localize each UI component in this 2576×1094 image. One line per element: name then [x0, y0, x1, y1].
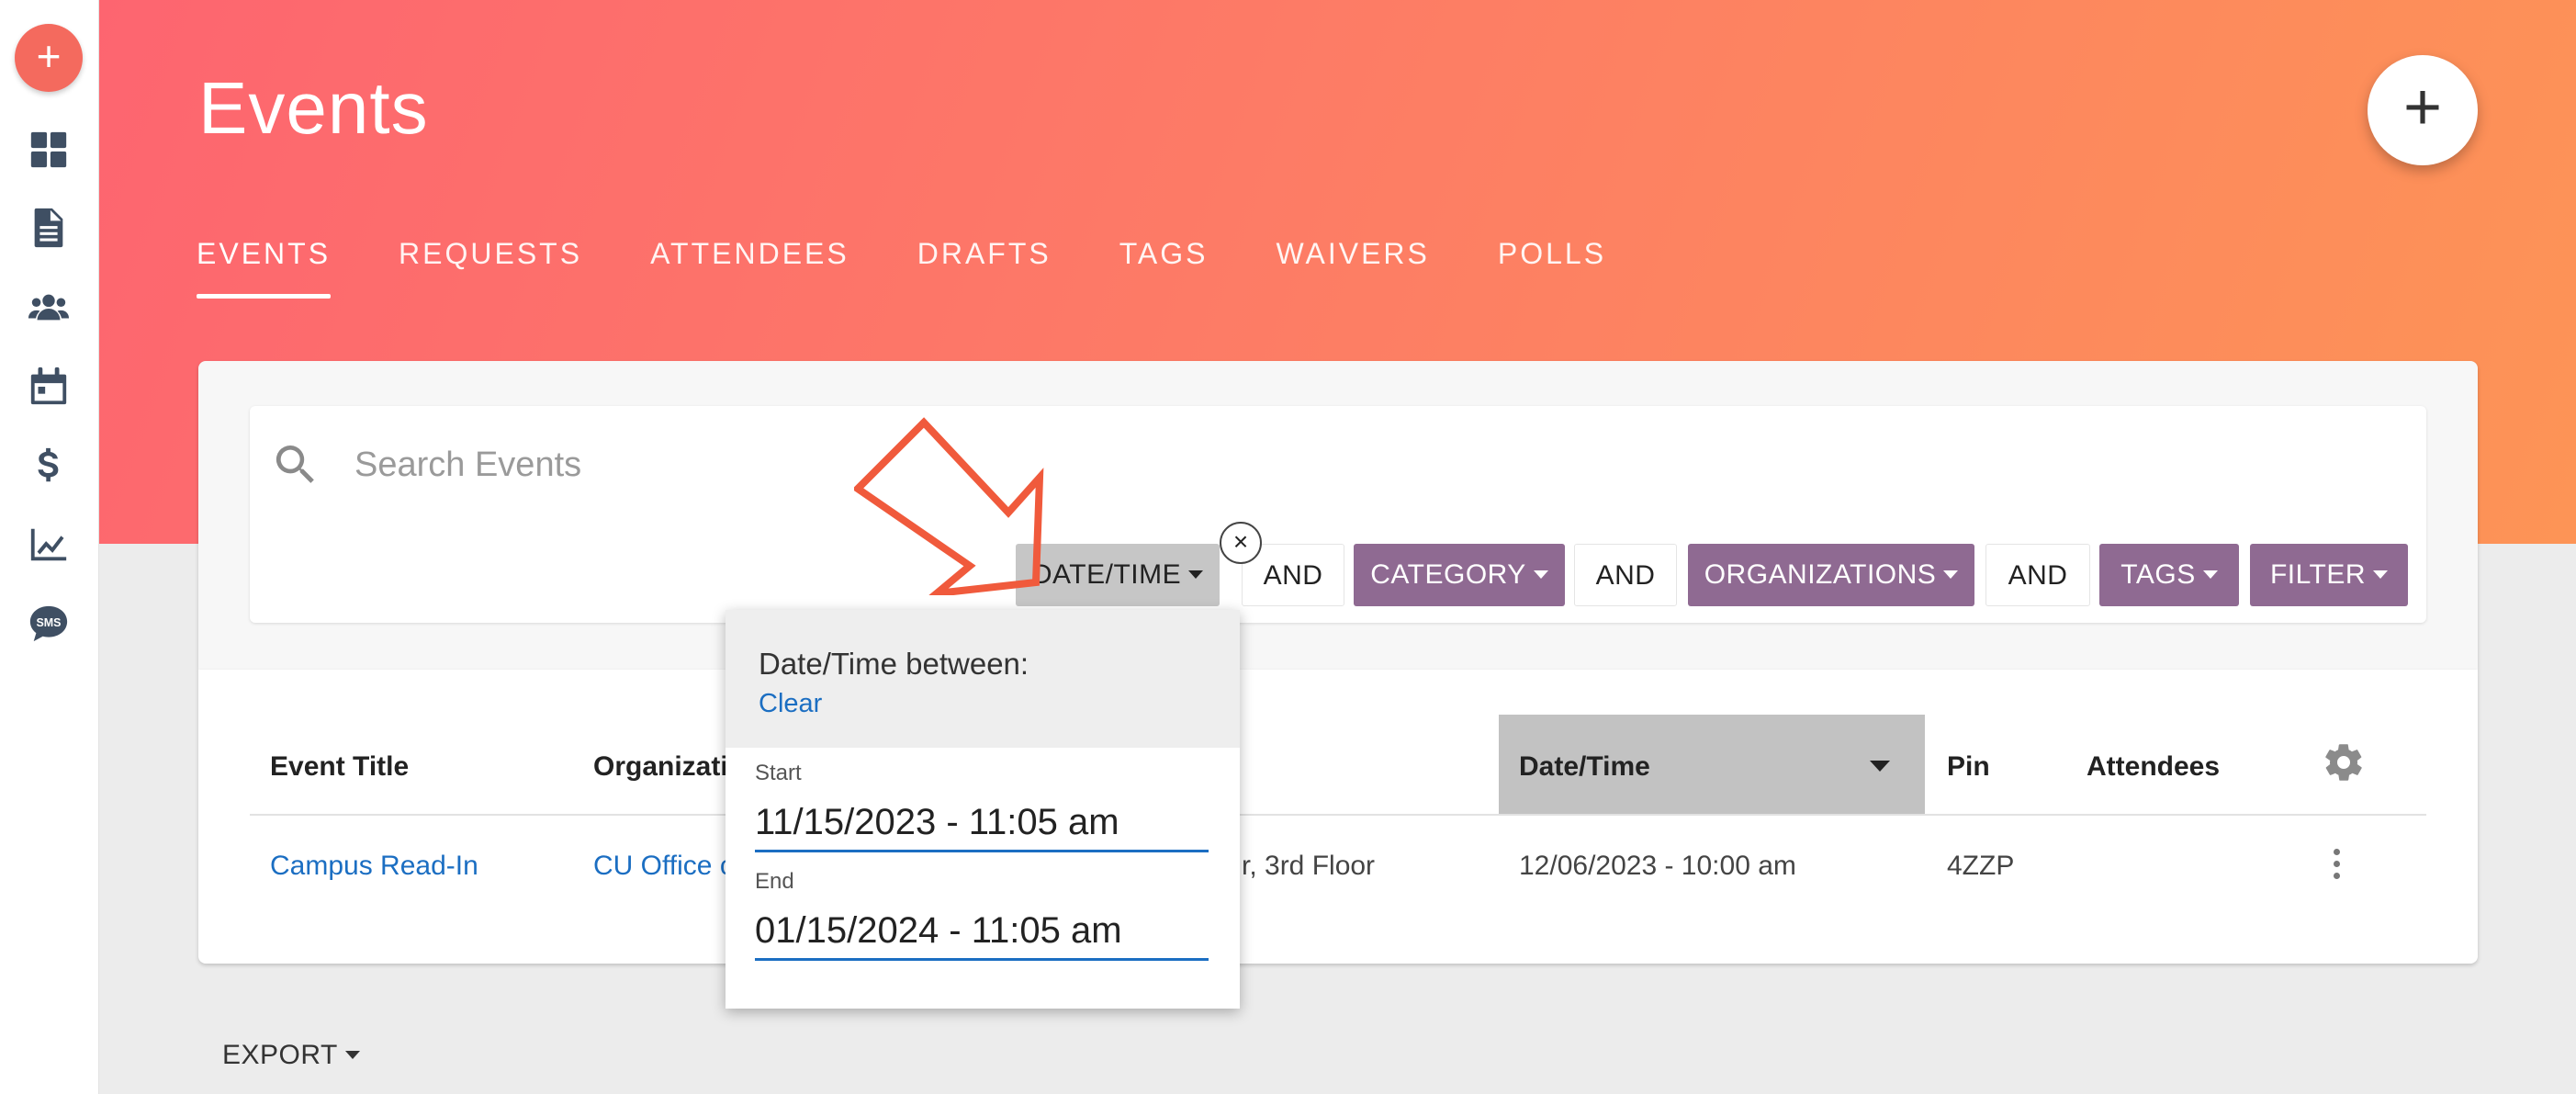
datetime-dropdown-title: Date/Time between:: [759, 647, 1029, 681]
category-filter-chip[interactable]: CATEGORY: [1354, 544, 1565, 606]
sidebar: + SMS: [0, 0, 99, 1094]
column-header-datetime-label: Date/Time: [1519, 751, 1650, 782]
chart-icon[interactable]: [28, 524, 70, 566]
document-icon[interactable]: [28, 207, 70, 249]
start-datetime-field[interactable]: [755, 795, 1209, 852]
filter-menu-chip[interactable]: FILTER: [2250, 544, 2408, 606]
tab-tags[interactable]: TAGS: [1119, 237, 1209, 299]
search-icon: [270, 439, 321, 491]
organizations-filter-chip[interactable]: ORGANIZATIONS: [1688, 544, 1974, 606]
quick-add-button[interactable]: +: [15, 24, 83, 92]
add-event-button[interactable]: +: [2368, 55, 2478, 165]
gear-icon[interactable]: [2322, 740, 2366, 784]
sort-desc-icon: [1870, 761, 1890, 772]
tab-polls[interactable]: POLLS: [1498, 237, 1606, 299]
end-datetime-field[interactable]: [755, 904, 1209, 961]
chevron-down-icon: [1188, 570, 1204, 579]
tags-filter-label: TAGS: [2120, 559, 2196, 590]
events-table-card: [198, 670, 2478, 964]
dashboard-icon[interactable]: [28, 129, 70, 171]
page-title: Events: [198, 67, 429, 149]
event-title-link[interactable]: Campus Read-In: [270, 851, 478, 882]
event-pin: 4ZZP: [1947, 851, 2015, 881]
column-header-datetime[interactable]: Date/Time: [1499, 715, 1925, 814]
column-header-attendees[interactable]: Attendees: [2087, 751, 2220, 783]
chevron-down-icon: [1943, 570, 1959, 579]
chevron-down-icon: [1533, 570, 1548, 579]
datetime-dropdown-header: Date/Time between: Clear: [726, 610, 1240, 748]
end-label: End: [755, 869, 794, 894]
and-operator-2[interactable]: AND: [1574, 544, 1677, 606]
close-icon[interactable]: ×: [1220, 522, 1262, 564]
datetime-dropdown: Date/Time between: Clear Start End: [726, 610, 1240, 1009]
annotation-arrow-icon: [851, 412, 1074, 599]
tab-drafts[interactable]: DRAFTS: [917, 237, 1052, 299]
chevron-down-icon: [344, 1050, 360, 1059]
export-button[interactable]: EXPORT: [222, 1040, 360, 1071]
users-icon[interactable]: [28, 287, 70, 329]
dollar-icon[interactable]: [28, 445, 70, 487]
table-divider: [250, 814, 2426, 816]
tab-events[interactable]: EVENTS: [197, 237, 332, 299]
chevron-down-icon: [2373, 570, 2389, 579]
sms-icon[interactable]: SMS: [28, 603, 70, 645]
tab-waivers[interactable]: WAIVERS: [1276, 237, 1429, 299]
export-label: EXPORT: [222, 1040, 338, 1070]
start-label: Start: [755, 761, 802, 785]
svg-text:SMS: SMS: [37, 616, 62, 629]
tab-attendees[interactable]: ATTENDEES: [650, 237, 849, 299]
organizations-filter-label: ORGANIZATIONS: [1704, 559, 1937, 590]
column-header-title[interactable]: Event Title: [270, 751, 409, 783]
clear-link[interactable]: Clear: [759, 689, 822, 719]
and-operator-3[interactable]: AND: [1985, 544, 2090, 606]
column-header-organization[interactable]: Organizatic: [593, 751, 743, 783]
column-header-pin[interactable]: Pin: [1947, 751, 1990, 783]
category-filter-label: CATEGORY: [1370, 559, 1526, 590]
more-vert-icon[interactable]: [2329, 849, 2344, 885]
organization-link[interactable]: CU Office c: [593, 851, 734, 882]
event-datetime: 12/06/2023 - 10:00 am: [1519, 851, 1796, 881]
event-location: r, 3rd Floor: [1242, 851, 1376, 881]
tags-filter-chip[interactable]: TAGS: [2099, 544, 2239, 606]
tab-bar: EVENTS REQUESTS ATTENDEES DRAFTS TAGS WA…: [197, 237, 1674, 299]
filter-menu-label: FILTER: [2269, 559, 2367, 590]
tab-requests[interactable]: REQUESTS: [399, 237, 582, 299]
chevron-down-icon: [2202, 570, 2218, 579]
calendar-icon[interactable]: [28, 366, 70, 408]
